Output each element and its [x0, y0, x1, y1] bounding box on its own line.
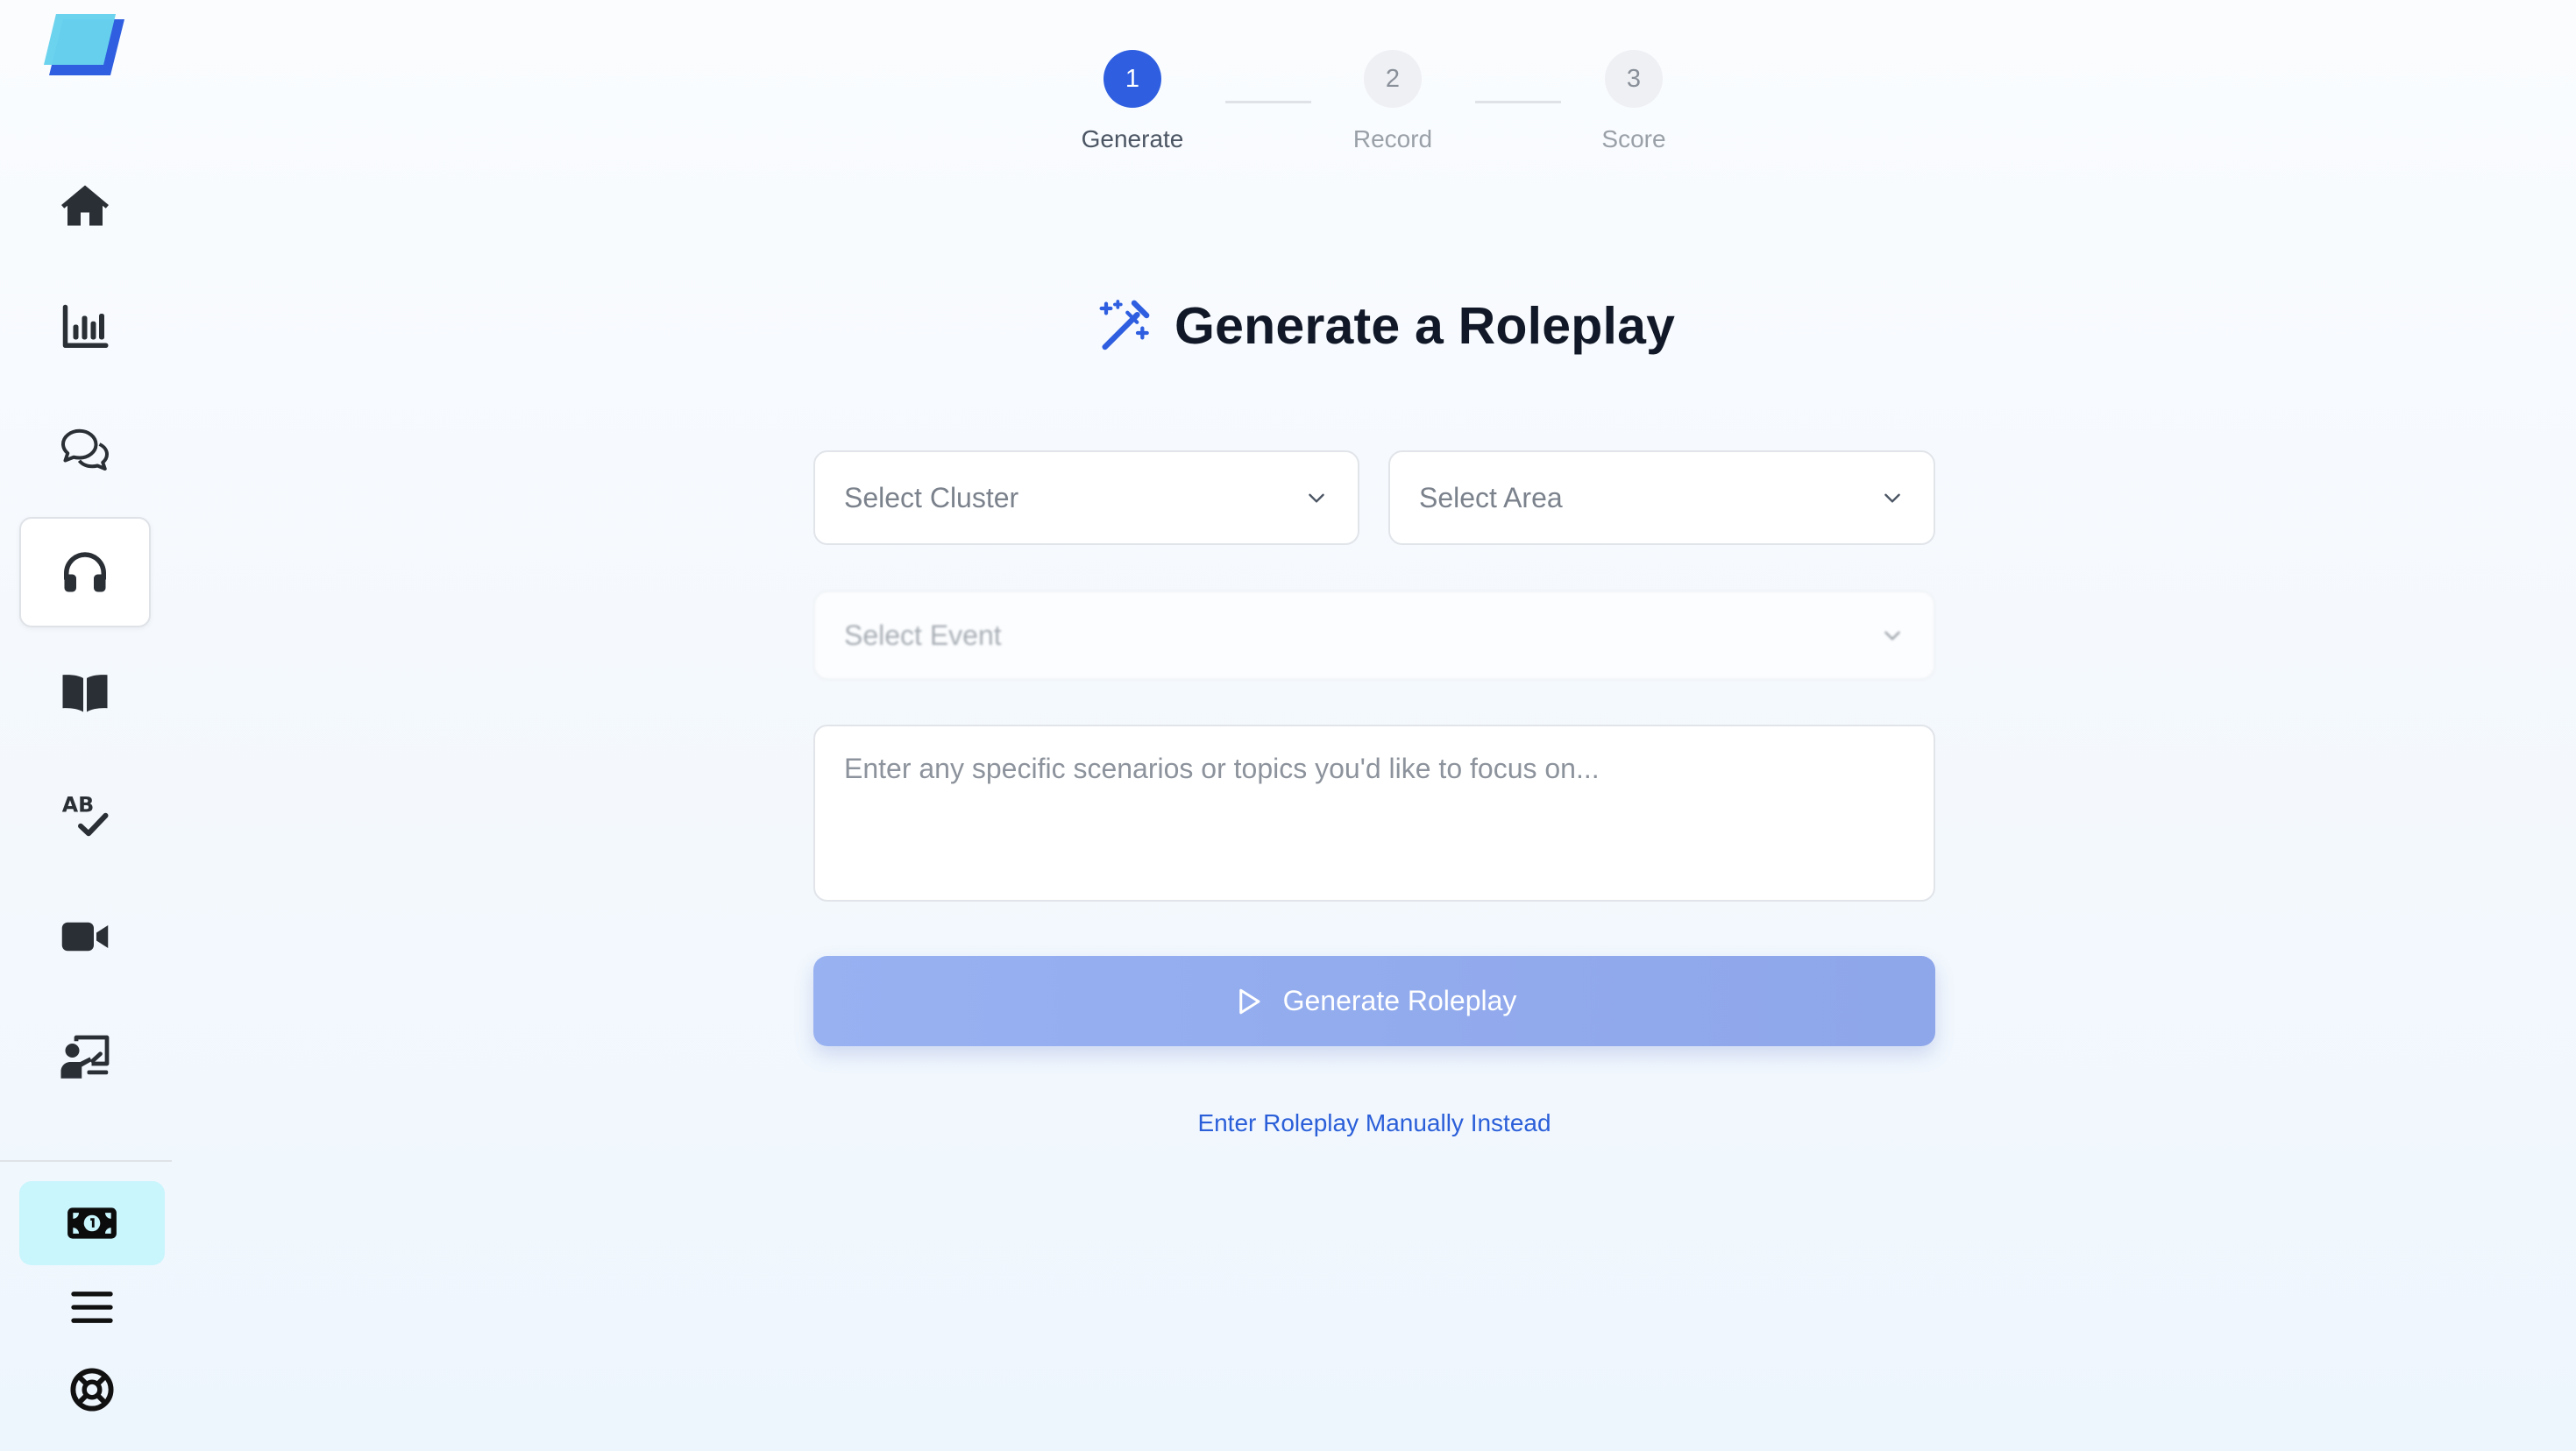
sidebar-item-library[interactable] — [19, 638, 151, 748]
sidebar-item-analytics[interactable] — [19, 272, 151, 382]
magic-wand-icon — [1099, 300, 1150, 350]
spell-check-icon: AB — [62, 793, 109, 837]
step-connector — [1225, 101, 1311, 103]
page-header: Generate a Roleplay — [1096, 296, 1675, 356]
step-record: 2 Record — [1305, 50, 1480, 153]
money-bill-icon — [67, 1207, 117, 1239]
cluster-select[interactable]: Select Cluster — [813, 450, 1359, 545]
video-camera-icon — [61, 922, 109, 952]
parallelogram-logo-icon — [44, 14, 124, 75]
step-label: Score — [1601, 125, 1666, 152]
sidebar-menu-button[interactable] — [19, 1281, 165, 1334]
cluster-select-placeholder: Select Cluster — [844, 481, 1019, 513]
chat-bubbles-icon — [61, 428, 109, 471]
step-number: 3 — [1605, 50, 1663, 108]
presenter-icon — [60, 1035, 110, 1079]
page-title: Generate a Roleplay — [1174, 297, 1676, 355]
chevron-down-icon — [1309, 493, 1324, 503]
step-number: 2 — [1364, 50, 1422, 108]
app-logo[interactable] — [40, 12, 131, 79]
event-select-placeholder: Select Event — [844, 619, 1002, 651]
bar-chart-icon — [62, 304, 109, 348]
hamburger-menu-icon — [71, 1292, 113, 1323]
sidebar-item-presentation[interactable] — [19, 1002, 151, 1113]
sidebar-help-button[interactable] — [19, 1363, 165, 1416]
sidebar-item-chat[interactable] — [19, 394, 151, 505]
generate-roleplay-label: Generate Roleplay — [1282, 985, 1517, 1016]
open-book-icon — [62, 675, 108, 712]
step-generate: 1 Generate — [1045, 50, 1220, 153]
step-score: 3 Score — [1546, 50, 1721, 153]
step-number: 1 — [1103, 50, 1161, 108]
step-label: Record — [1352, 125, 1433, 152]
headphones-icon — [64, 552, 106, 592]
scenario-textarea[interactable]: Enter any specific scenarios or topics y… — [813, 725, 1935, 902]
chevron-down-icon — [1884, 493, 1900, 503]
step-label: Generate — [1081, 125, 1184, 152]
sidebar-item-vocabulary[interactable]: AB — [19, 759, 151, 869]
area-select-placeholder: Select Area — [1419, 481, 1563, 513]
chevron-down-icon — [1884, 631, 1900, 641]
area-select[interactable]: Select Area — [1388, 450, 1935, 545]
scenario-textarea-placeholder: Enter any specific scenarios or topics y… — [844, 753, 1600, 784]
sidebar-item-billing[interactable] — [19, 1181, 165, 1265]
sidebar-item-roleplay[interactable] — [19, 517, 151, 627]
sidebar: AB — [0, 0, 172, 1451]
svg-text:AB: AB — [62, 793, 94, 818]
event-select[interactable]: Select Event — [813, 591, 1935, 680]
generate-roleplay-button[interactable]: Generate Roleplay — [813, 956, 1935, 1046]
enter-manually-link[interactable]: Enter Roleplay Manually Instead — [813, 1109, 1935, 1137]
life-ring-icon — [70, 1368, 114, 1412]
sidebar-divider — [0, 1160, 172, 1162]
play-icon — [1238, 988, 1260, 1014]
home-icon — [61, 185, 109, 226]
sidebar-item-home[interactable] — [19, 151, 151, 261]
sidebar-item-video[interactable] — [19, 881, 151, 992]
